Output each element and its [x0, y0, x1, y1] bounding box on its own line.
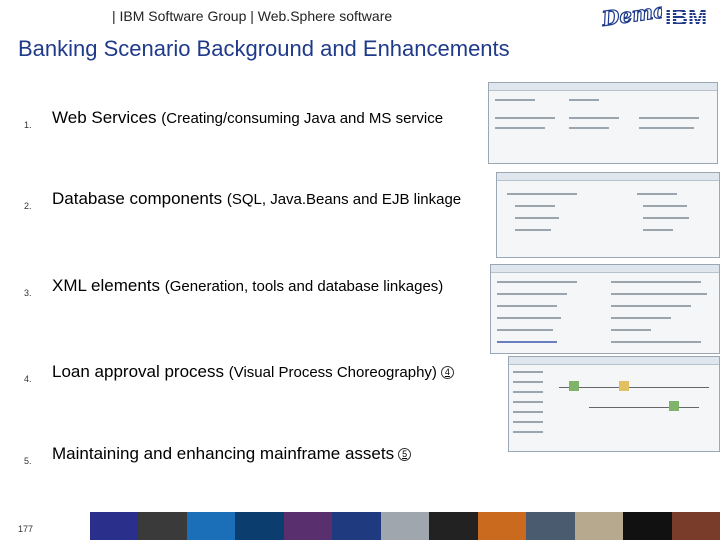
footer-tile	[235, 512, 284, 540]
footer-tile	[90, 512, 139, 540]
item-number: 3.	[24, 288, 32, 298]
header: | IBM Software Group | Web.Sphere softwa…	[0, 0, 720, 32]
footer-tile	[671, 512, 720, 540]
item-text: Maintaining and enhancing mainframe asse…	[52, 444, 412, 464]
footer-tile	[380, 512, 430, 540]
footer-tile	[526, 512, 575, 540]
database-screenshot	[496, 172, 720, 258]
demo-link[interactable]: 4	[440, 366, 454, 380]
page-number: 177	[18, 524, 34, 534]
item-number: 2.	[24, 201, 32, 211]
footer-image-strip	[90, 512, 720, 540]
item-number: 1.	[24, 120, 32, 130]
footer-tile	[332, 512, 381, 540]
item-number: 4.	[24, 374, 32, 384]
item-text: Loan approval process (Visual Process Ch…	[52, 362, 454, 382]
footer-tile	[283, 512, 333, 540]
ibm-logo: IBM	[665, 4, 707, 28]
process-screenshot	[508, 356, 720, 452]
breadcrumb: | IBM Software Group | Web.Sphere softwa…	[112, 8, 393, 24]
demo-link[interactable]: 5	[398, 448, 412, 462]
web-services-screenshot	[488, 82, 718, 164]
svg-text:Demos: Demos	[600, 2, 662, 28]
footer-tile	[477, 512, 527, 540]
svg-text:IBM: IBM	[665, 4, 707, 28]
demos-logo: Demos	[600, 2, 662, 28]
footer-tile	[138, 512, 187, 540]
item-text: XML elements (Generation, tools and data…	[52, 276, 444, 295]
footer-tile	[574, 512, 624, 540]
footer-tile	[623, 512, 672, 540]
footer-tile	[186, 512, 236, 540]
item-text: Database components (SQL, Java.Beans and…	[52, 189, 462, 208]
item-text: Web Services (Creating/consuming Java an…	[52, 108, 444, 127]
item-number: 5.	[24, 456, 32, 466]
xml-screenshot	[490, 264, 720, 354]
footer-tile	[429, 512, 478, 540]
page-title: Banking Scenario Background and Enhancem…	[18, 36, 510, 61]
